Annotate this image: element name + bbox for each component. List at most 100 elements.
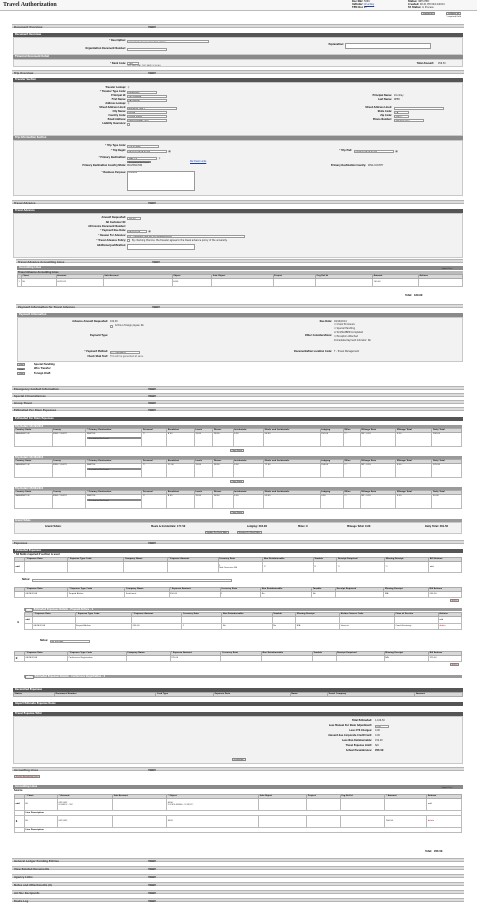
detail-class[interactable]: Coach-Economy [393, 622, 439, 630]
copy-down-button[interactable]: Copy Down [230, 449, 244, 452]
expense-type[interactable]: Conference Registration [67, 654, 127, 662]
per-diem-incidentals[interactable]: 5.00 [232, 431, 265, 447]
sub-object-cell[interactable] [258, 814, 308, 828]
airfare-source-select[interactable] [339, 615, 395, 624]
detail-amount-input[interactable] [130, 615, 183, 624]
per-diem-dinner[interactable]: 28.00 [212, 462, 234, 478]
state-field[interactable]: CA [394, 110, 409, 114]
add-button[interactable]: add [426, 797, 462, 811]
detail-amount[interactable]: 250.00 [130, 622, 183, 630]
destination-not-found-button[interactable]: Destination Not Found [86, 467, 141, 471]
org-doc-nbr-field[interactable] [127, 47, 167, 51]
show-button[interactable]: show [148, 387, 156, 391]
per-diem-rate[interactable]: MP - 0.55 [359, 431, 397, 447]
expense-amount[interactable]: 375.00 [169, 654, 222, 662]
restore-accounting-button[interactable]: Restore Accounting Lines [14, 775, 41, 778]
per-diem-lunch[interactable]: 15.00 [193, 431, 214, 447]
detail-notes-field[interactable]: Air one-way [50, 639, 90, 643]
per-diem-checkbox[interactable]: ☐ [141, 462, 168, 478]
object-cell[interactable]: 6200 [171, 277, 213, 287]
update-per-diem-button[interactable]: Update Per Diem Table [205, 531, 230, 534]
destination-not-found-button[interactable]: Destination Not Found [127, 160, 151, 164]
calendar-icon[interactable]: ▦ [395, 150, 398, 153]
foreign-draft-show[interactable]: show [17, 372, 26, 375]
detail-type[interactable]: Prepaid Airfare [74, 622, 133, 630]
import-lines-button[interactable]: import lines [440, 785, 455, 789]
missing-receipt-checkbox[interactable]: ☐ [384, 560, 430, 573]
per-diem-lunch[interactable]: 15.00 [193, 493, 214, 509]
per-diem-checkbox[interactable]: ☐ [141, 431, 168, 447]
detail-source[interactable]: Internet [339, 622, 395, 630]
calendar-icon[interactable]: ▦ [168, 150, 171, 153]
per-diem-lodging[interactable]: 154.00 [319, 462, 345, 478]
company-name[interactable] [125, 654, 171, 662]
trip-type-select[interactable]: Out of State [127, 144, 159, 148]
project-cell[interactable] [272, 277, 317, 287]
hide-button[interactable]: hide [152, 260, 160, 264]
detail-date[interactable]: 04/14/2014 [32, 622, 76, 630]
org-ref-input[interactable] [339, 797, 386, 811]
amount-input[interactable] [384, 797, 428, 811]
sub-account-cell[interactable] [112, 814, 168, 828]
expense-date[interactable]: 04/14/2014 [23, 654, 69, 662]
delete-button[interactable]: delete [450, 663, 460, 666]
show-button[interactable]: show [148, 401, 156, 405]
liability-checkbox[interactable] [127, 122, 130, 126]
per-diem-incidentals[interactable]: 5.00 [232, 493, 265, 509]
email-field[interactable]: KREED@EMAIL.ORG [127, 118, 167, 122]
per-diem-lunch[interactable]: 15.00 [193, 462, 214, 478]
show-button[interactable]: show [148, 867, 156, 871]
object-cell[interactable]: 6220 [166, 814, 260, 828]
per-diem-checkbox[interactable]: ☐ [343, 493, 361, 509]
show-button[interactable]: show [148, 394, 156, 398]
first-name-field[interactable]: KATHERINE [127, 98, 167, 102]
per-diem-dinner[interactable]: 28.00 [212, 431, 234, 447]
less-manual-field[interactable]: 0.00 [375, 724, 389, 728]
detail-type-select[interactable] [74, 615, 133, 624]
hide-button[interactable]: hide [148, 201, 156, 205]
wire-transfer-show[interactable]: show [17, 367, 26, 371]
policy-checkbox[interactable] [127, 239, 130, 242]
expense-type-select[interactable] [66, 560, 125, 573]
notes-field[interactable] [32, 578, 232, 582]
hide-button[interactable]: hide [148, 541, 156, 545]
destination-not-found-button[interactable]: Destination Not Found [86, 436, 141, 440]
expense-amount-input[interactable] [167, 560, 219, 573]
search-icon[interactable]: ⚲ [158, 157, 161, 160]
show-button[interactable]: show [148, 875, 156, 879]
project-input[interactable] [306, 797, 341, 811]
payee-radio[interactable] [110, 325, 113, 328]
per-diem-checkbox[interactable]: ☐ [343, 431, 361, 447]
description-field[interactable]: Description will be filled upon submit [127, 39, 209, 43]
remove-per-diem-button[interactable]: Remove Per Diem Table [237, 531, 262, 534]
company-name-input[interactable] [123, 560, 168, 573]
per-diem-checkbox[interactable]: ☐ [141, 493, 168, 509]
chart-cell[interactable]: BL [23, 814, 59, 828]
per-diem-lodging[interactable]: 150.00 [319, 431, 345, 447]
sub-account-cell[interactable] [102, 277, 173, 287]
per-diem-breakfast[interactable]: 8.00 [166, 431, 195, 447]
show-button[interactable]: show [148, 899, 156, 903]
per-diem-dest[interactable]: SEATTLE Destination Not Found [85, 493, 143, 509]
explanation-field[interactable] [345, 43, 431, 49]
principal-id-field[interactable]: 2872698644 [127, 94, 167, 98]
org-ref-cell[interactable] [339, 814, 386, 828]
hide-button[interactable]: hide [148, 768, 156, 772]
per-diem-lodging[interactable]: 0.00 [319, 493, 345, 509]
expense-amount[interactable]: 250.00 [168, 590, 221, 598]
per-diem-rate[interactable]: MP - 0.55 [359, 462, 397, 478]
per-diem-dest[interactable]: SEATTLE Destination Not Found [85, 462, 143, 478]
show-button[interactable]: show [148, 891, 156, 895]
sub-account-input[interactable] [112, 797, 168, 811]
taxable-checkbox[interactable]: ☐ [312, 560, 338, 573]
expand-all-button[interactable]: expand all [421, 12, 436, 15]
trip-end-field[interactable]: 05/06/2014 06:00 PM [354, 149, 394, 153]
city-field[interactable]: IRVINE [127, 110, 167, 114]
show-button[interactable]: show [148, 883, 156, 887]
per-diem-breakfast[interactable]: 11.00 [166, 462, 195, 478]
per-diem-dest[interactable]: SEATTLE Destination Not Found [85, 431, 143, 447]
collapse-all-button[interactable]: collapse all [446, 12, 462, 15]
recalculate-button[interactable]: recalculate [232, 758, 246, 761]
per-diem-breakfast[interactable]: 8.00 [166, 493, 195, 509]
copy-down-button[interactable]: Copy Down [230, 480, 244, 483]
